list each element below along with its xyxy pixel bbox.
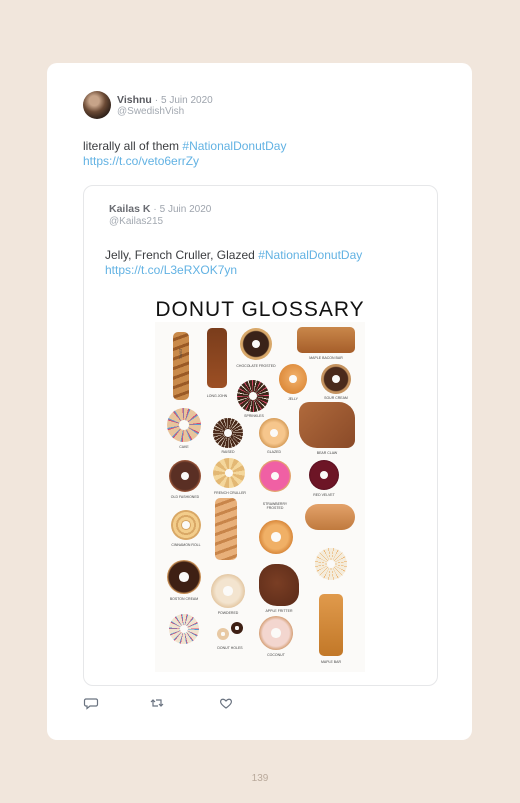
maple-bar-donut bbox=[319, 594, 343, 656]
twist-long bbox=[215, 498, 237, 560]
retweet-icon[interactable] bbox=[149, 695, 165, 711]
quoted-handle[interactable]: @Kailas215 bbox=[109, 216, 163, 227]
tweet-card: Vishnu · 5 Juin 2020 @SwedishVish litera… bbox=[47, 63, 472, 740]
glazed-plain-donut bbox=[259, 520, 293, 554]
quoted-tweet[interactable]: Kailas K · 5 Juin 2020 @Kailas215 Jelly,… bbox=[83, 185, 438, 686]
label-long-john: LONG JOHN bbox=[206, 394, 228, 398]
tweet-actions bbox=[83, 695, 283, 715]
quoted-url-link[interactable]: https://t.co/L3eRXOK7yn bbox=[105, 263, 237, 277]
chocolate-frosted-donut bbox=[240, 328, 272, 360]
buttermilk-donut bbox=[305, 504, 355, 530]
jelly-donut bbox=[279, 364, 307, 394]
label-raised: RAISED bbox=[221, 450, 235, 454]
strawberry-frosted-donut bbox=[259, 460, 291, 492]
poster-title: DONUT GLOSSARY bbox=[155, 298, 365, 321]
hashtag-link[interactable]: #NationalDonutDay bbox=[182, 139, 286, 153]
label-maple-bar: MAPLE BAR bbox=[320, 660, 342, 664]
twist-donut bbox=[173, 332, 189, 400]
tweet-text: literally all of them #NationalDonutDay … bbox=[83, 139, 443, 169]
poster-background: TWIST CHOCOLATE FROSTED MAPLE BACON BAR … bbox=[155, 322, 365, 672]
boston-cream-donut bbox=[167, 560, 201, 594]
donut-glossary-image[interactable]: DONUT GLOSSARY TWIST CHOCOLATE FROSTED M… bbox=[150, 298, 370, 672]
old-fashioned-donut bbox=[169, 460, 201, 492]
quoted-text-plain: Jelly, French Cruller, Glazed bbox=[105, 248, 255, 262]
label-twist: TWIST bbox=[179, 348, 183, 359]
donut-hole-1 bbox=[217, 628, 229, 640]
author-handle[interactable]: @SwedishVish bbox=[117, 106, 184, 117]
label-powdered: POWDERED bbox=[217, 611, 239, 615]
label-strawberry-frosted: STRAWBERRY FROSTED bbox=[262, 502, 288, 510]
powdered-donut bbox=[211, 574, 245, 608]
donut-hole-2 bbox=[231, 622, 243, 634]
label-red-velvet: RED VELVET bbox=[313, 493, 335, 497]
heart-icon[interactable] bbox=[218, 695, 234, 711]
tweet-text-plain: literally all of them bbox=[83, 139, 180, 153]
reply-icon[interactable] bbox=[83, 695, 99, 711]
label-apple-fritter: APPLE FRITTER bbox=[265, 609, 293, 613]
cinnamon-roll bbox=[171, 510, 201, 540]
label-chocolate-frosted: CHOCOLATE FROSTED bbox=[236, 364, 276, 368]
label-old-fashioned: OLD FASHIONED bbox=[170, 495, 200, 499]
sprinkles-donut bbox=[237, 380, 269, 412]
quoted-date[interactable]: 5 Juin 2020 bbox=[160, 204, 212, 215]
maple-bacon-bar bbox=[297, 327, 355, 353]
quoted-author: Kailas K · 5 Juin 2020 bbox=[109, 203, 211, 216]
label-sour-cream: SOUR CREAM bbox=[324, 396, 348, 400]
quoted-text: Jelly, French Cruller, Glazed #NationalD… bbox=[105, 248, 425, 278]
sprinkle-cake-donut bbox=[169, 614, 199, 644]
bear-claw bbox=[299, 402, 355, 448]
glazed-donut bbox=[259, 418, 289, 448]
author-name[interactable]: Vishnu bbox=[117, 94, 152, 106]
sour-cream-donut bbox=[321, 364, 351, 394]
label-coconut: COCONUT bbox=[267, 653, 285, 657]
label-cinnamon-roll: CINNAMON ROLL bbox=[171, 543, 201, 547]
label-boston-cream: BOSTON CREAM bbox=[169, 597, 199, 601]
pink-coconut-donut bbox=[259, 616, 293, 650]
label-jelly: JELLY bbox=[287, 397, 299, 401]
cruller-donut bbox=[213, 458, 245, 488]
label-glazed: GLAZED bbox=[266, 450, 281, 454]
coconut-donut bbox=[315, 548, 347, 580]
cake-donut bbox=[167, 408, 201, 442]
label-cruller: FRENCH CRULLER bbox=[214, 491, 246, 495]
separator: · bbox=[154, 95, 159, 106]
page-number: 139 bbox=[251, 773, 269, 784]
maple-donut bbox=[207, 328, 227, 388]
quoted-author-name[interactable]: Kailas K bbox=[109, 203, 150, 215]
red-velvet-donut bbox=[309, 460, 339, 490]
label-donut-holes: DONUT HOLES bbox=[217, 646, 243, 650]
label-cake: CAKE bbox=[179, 445, 189, 449]
avatar[interactable] bbox=[83, 91, 111, 119]
apple-fritter bbox=[259, 564, 299, 606]
label-sprinkles: SPRINKLES bbox=[244, 414, 264, 418]
label-maple-bacon-bar: MAPLE BACON BAR bbox=[309, 356, 343, 360]
tweet-date[interactable]: 5 Juin 2020 bbox=[161, 95, 213, 106]
raised-donut bbox=[213, 418, 243, 448]
quoted-hashtag-link[interactable]: #NationalDonutDay bbox=[258, 248, 362, 262]
separator: · bbox=[153, 204, 157, 215]
label-bear-claw: BEAR CLAW bbox=[316, 451, 338, 455]
tweet-url-link[interactable]: https://t.co/veto6errZy bbox=[83, 154, 199, 168]
